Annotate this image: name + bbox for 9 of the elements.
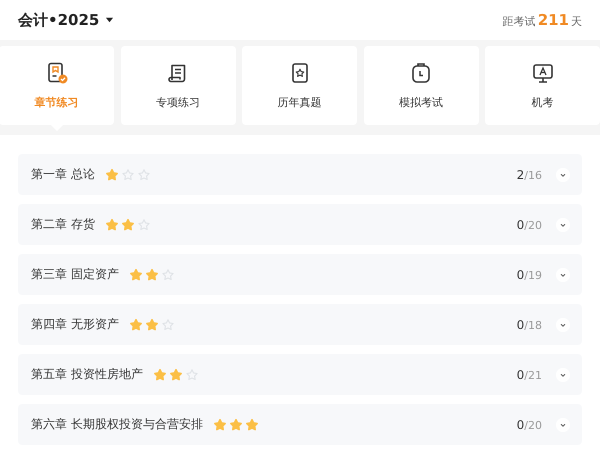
countdown-label: 距考试 bbox=[502, 14, 536, 29]
chapter-title: 第五章 投资性房地产 bbox=[31, 366, 143, 383]
chapter-title: 第一章 总论 bbox=[31, 166, 95, 183]
chapter-title: 第三章 固定资产 bbox=[31, 266, 119, 283]
countdown-unit: 天 bbox=[571, 14, 582, 29]
countdown-days: 211 bbox=[538, 11, 569, 29]
chapter-title: 第六章 长期股权投资与合营安排 bbox=[31, 416, 203, 433]
chapter-title: 第二章 存货 bbox=[31, 216, 95, 233]
chapter-title: 第四章 无形资产 bbox=[31, 316, 119, 333]
